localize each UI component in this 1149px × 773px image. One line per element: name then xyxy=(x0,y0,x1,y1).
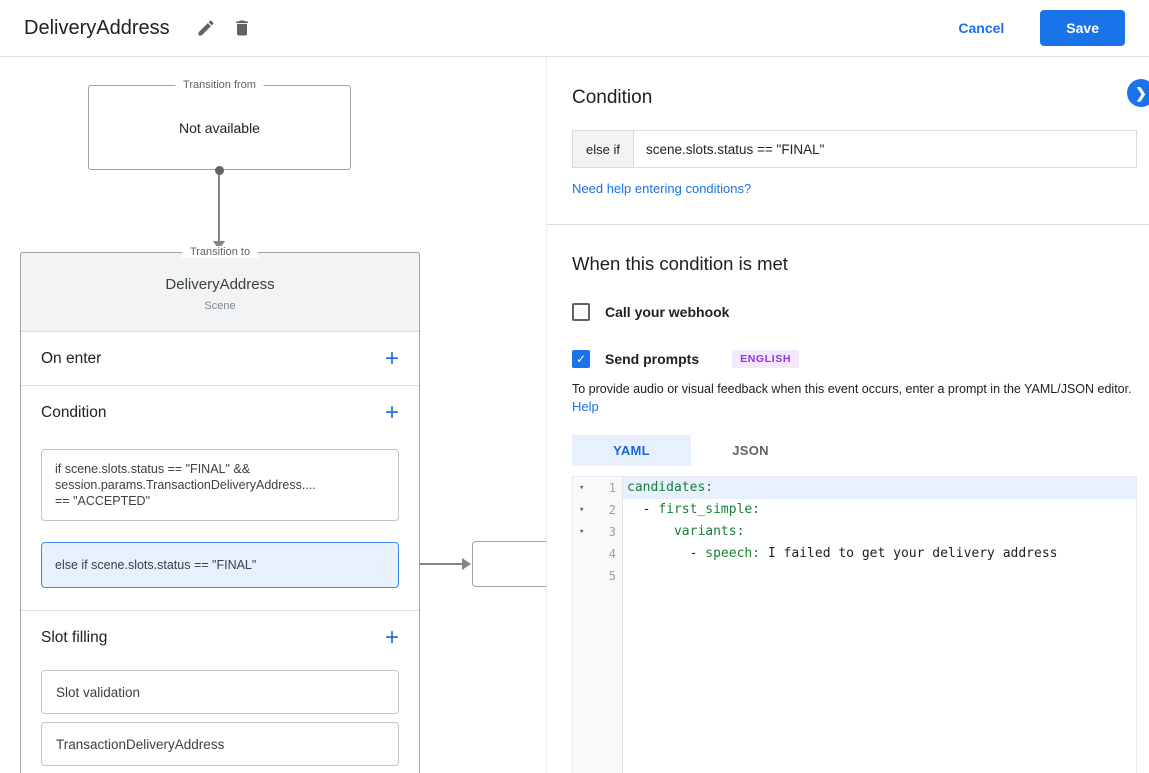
fold-icon[interactable]: ▾ xyxy=(579,499,584,521)
webhook-checkbox[interactable] xyxy=(572,303,590,321)
connector-arrowhead-right xyxy=(462,558,471,570)
app-window: DeliveryAddress Cancel Save Transition f… xyxy=(0,0,1149,773)
condition-prefix: else if xyxy=(573,131,634,167)
transition-from-label: Transition from xyxy=(175,79,264,91)
condition-card-if[interactable]: if scene.slots.status == "FINAL" && sess… xyxy=(41,449,399,521)
line-number: 4 xyxy=(608,547,616,561)
delete-button[interactable] xyxy=(226,12,258,44)
scene-card-subtitle: Scene xyxy=(204,300,236,312)
webhook-label[interactable]: Call your webhook xyxy=(605,304,729,320)
slot-delivery-address-card[interactable]: TransactionDeliveryAddress xyxy=(41,722,399,766)
condition-section-divider xyxy=(21,588,419,611)
collapse-panel-button[interactable]: ❯ xyxy=(1127,79,1149,107)
page-title: DeliveryAddress xyxy=(24,16,170,39)
fold-icon[interactable]: ▾ xyxy=(579,521,584,543)
save-button[interactable]: Save xyxy=(1040,10,1125,46)
code-text[interactable]: candidates: xyxy=(623,477,1136,499)
send-prompts-label[interactable]: Send prompts xyxy=(605,351,699,367)
line-number: 5 xyxy=(608,569,616,583)
cancel-button[interactable]: Cancel xyxy=(958,20,1004,36)
send-prompts-checkbox[interactable]: ✓ xyxy=(572,350,590,368)
condition-if-line: session.params.TransactionDeliveryAddres… xyxy=(55,478,316,492)
code-line[interactable]: 4 - speech: I failed to get your deliver… xyxy=(573,543,1136,565)
fold-icon[interactable]: ▾ xyxy=(579,477,584,499)
slot-validation-card[interactable]: Slot validation xyxy=(41,670,399,714)
slot-filling-section: Slot filling + xyxy=(21,611,419,665)
line-number: 2 xyxy=(608,503,616,517)
prompts-description-text: To provide audio or visual feedback when… xyxy=(572,382,1132,396)
edit-button[interactable] xyxy=(190,12,222,44)
language-badge: ENGLISH xyxy=(732,350,799,368)
code-line[interactable]: ▾ 2 - first_simple: xyxy=(573,499,1136,521)
send-prompts-row: ✓ Send prompts ENGLISH xyxy=(572,350,1137,368)
condition-section: Condition + xyxy=(21,386,419,440)
chevron-right-icon: ❯ xyxy=(1135,84,1147,101)
code-line[interactable]: 5 xyxy=(573,565,1136,587)
transition-from-node: Transition from Not available xyxy=(88,79,351,170)
conditions-help-link[interactable]: Need help entering conditions? xyxy=(572,181,751,196)
prompts-description: To provide audio or visual feedback when… xyxy=(572,381,1137,416)
delete-icon xyxy=(235,20,248,36)
yaml-code-editor[interactable]: ▾ 1 candidates: ▾ 2 - first_simple: ▾ 3 var… xyxy=(572,476,1137,773)
panel-divider xyxy=(547,224,1149,225)
line-number: 3 xyxy=(608,525,616,539)
condition-input-row: else if xyxy=(572,130,1137,168)
webhook-row: Call your webhook xyxy=(572,303,1137,321)
tab-json[interactable]: JSON xyxy=(691,435,810,466)
connector-start-dot xyxy=(215,166,224,175)
condition-card-elseif[interactable]: else if scene.slots.status == "FINAL" xyxy=(41,542,399,588)
condition-met-title: When this condition is met xyxy=(572,253,788,274)
condition-editor-panel: ❯ Condition else if Need help entering c… xyxy=(546,57,1149,773)
code-text[interactable]: - first_simple: xyxy=(623,499,1136,521)
code-text[interactable] xyxy=(623,565,1136,587)
transition-to-label: Transition to xyxy=(181,246,259,258)
editor-tabs: YAML JSON xyxy=(572,435,1137,466)
condition-if-line: if scene.slots.status == "FINAL" && xyxy=(55,462,251,476)
panel-title: Condition xyxy=(572,87,653,108)
edit-icon xyxy=(198,20,214,36)
condition-section-label: Condition xyxy=(41,404,107,421)
add-icon[interactable]: + xyxy=(385,401,399,425)
on-enter-section: On enter + xyxy=(21,332,419,386)
topbar: DeliveryAddress Cancel Save xyxy=(0,0,1149,57)
add-icon[interactable]: + xyxy=(385,346,399,370)
line-number: 1 xyxy=(608,481,616,495)
scene-card: Transition to DeliveryAddress Scene On e… xyxy=(20,246,420,773)
condition-if-line: == "ACCEPTED" xyxy=(55,494,151,508)
code-line[interactable]: ▾ 1 candidates: xyxy=(573,477,1136,499)
scene-card-title: DeliveryAddress xyxy=(165,276,275,293)
help-link[interactable]: Help xyxy=(572,399,599,414)
transition-from-content: Not available xyxy=(179,119,260,136)
connector-vertical-line xyxy=(218,170,220,242)
code-text[interactable]: - speech: I failed to get your delivery … xyxy=(623,543,1136,565)
scene-card-header[interactable]: DeliveryAddress Scene xyxy=(21,253,419,332)
on-enter-label: On enter xyxy=(41,349,102,367)
add-icon[interactable]: + xyxy=(385,626,399,650)
code-text[interactable]: variants: xyxy=(623,521,1136,543)
tab-yaml[interactable]: YAML xyxy=(572,435,691,466)
condition-expression-input[interactable] xyxy=(633,131,1136,167)
slot-filling-label: Slot filling xyxy=(41,629,108,646)
code-line[interactable]: ▾ 3 variants: xyxy=(573,521,1136,543)
scene-flow-canvas: Transition from Not available Transition… xyxy=(0,57,567,773)
check-icon: ✓ xyxy=(575,352,587,366)
